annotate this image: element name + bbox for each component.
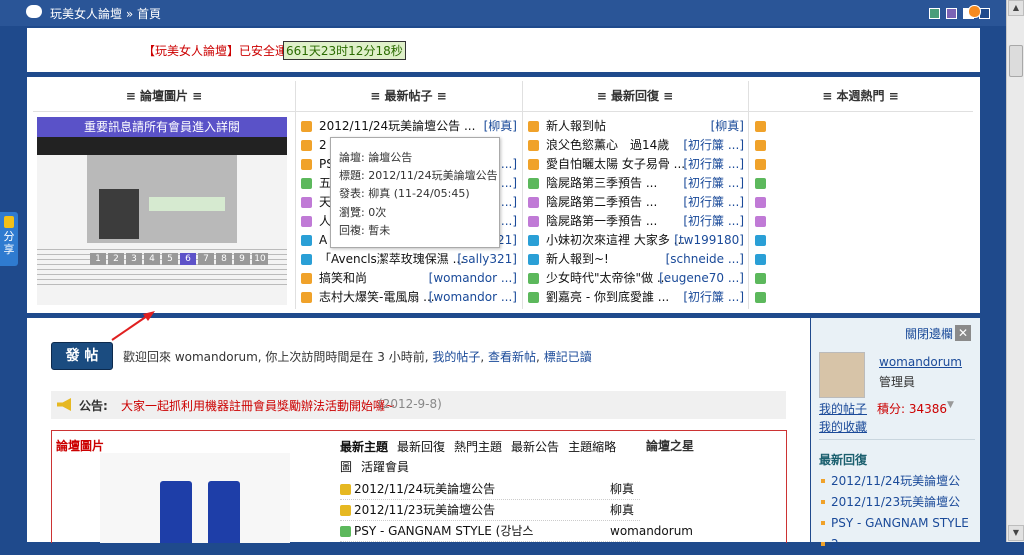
arrow-head — [143, 311, 155, 321]
bullet-icon — [821, 542, 825, 546]
arrow-line — [111, 313, 151, 341]
arrow-annotation — [111, 311, 155, 341]
